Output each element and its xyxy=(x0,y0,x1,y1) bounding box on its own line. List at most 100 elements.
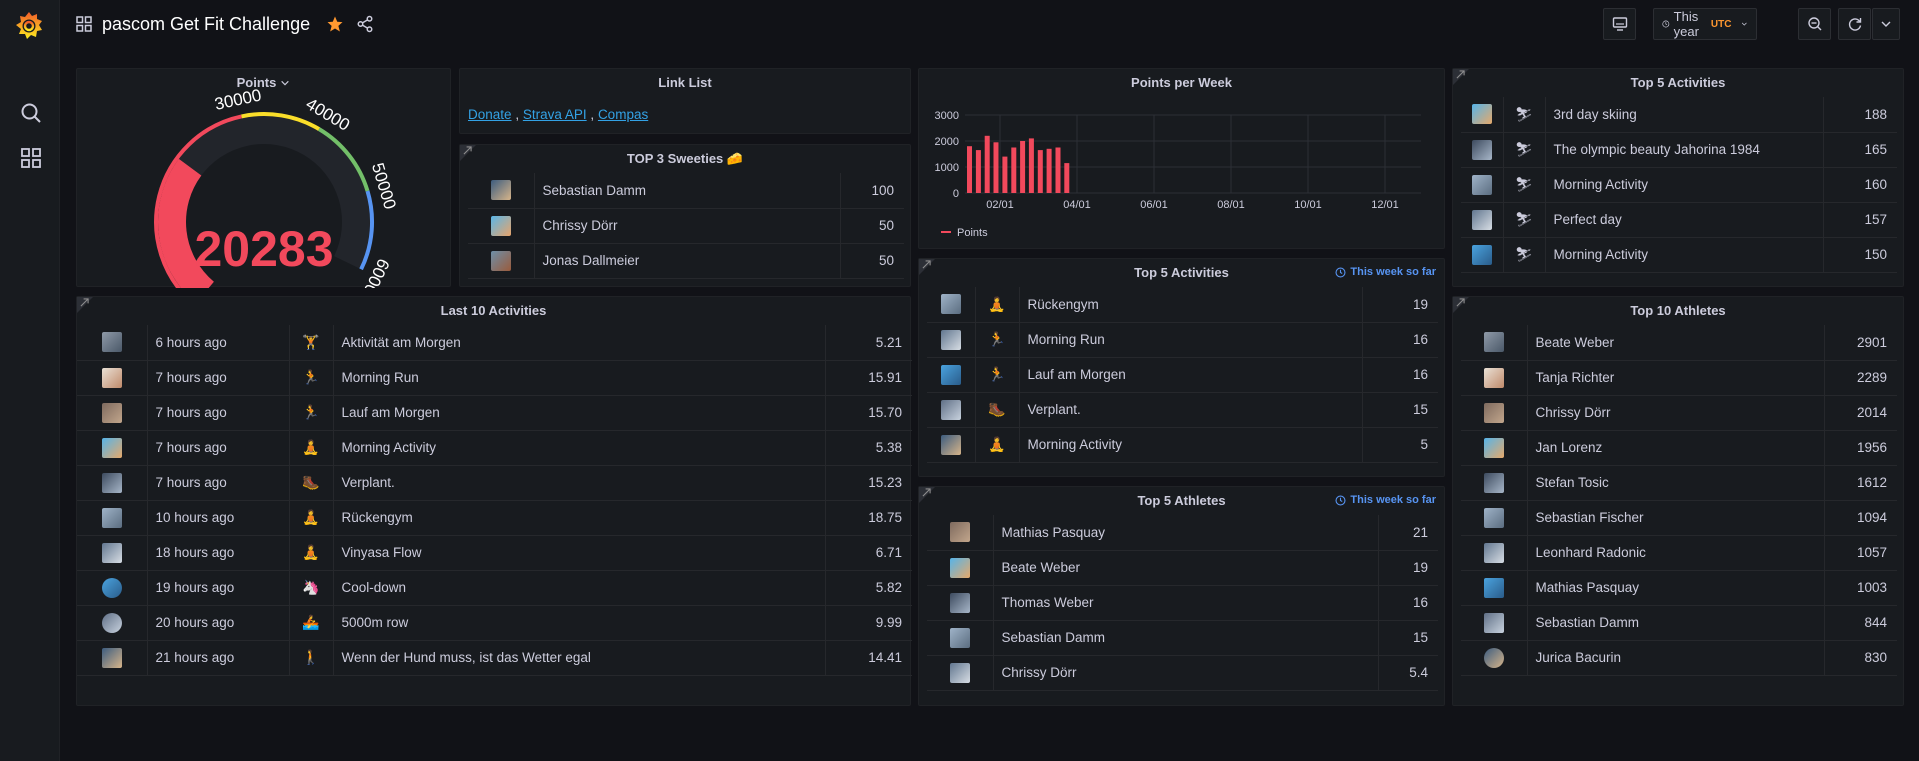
activity-icon-cell: 🧘 xyxy=(975,287,1020,323)
table-row[interactable]: ⛷ 3rd day skiing 188 xyxy=(1461,97,1897,133)
chart-bar[interactable] xyxy=(967,146,972,193)
avatar xyxy=(1483,542,1504,563)
table-row[interactable]: 10 hours ago 🧘 Rückengym 18.75 xyxy=(77,500,912,536)
table-row[interactable]: 🧘 Morning Activity 5 xyxy=(927,427,1438,463)
compas-link[interactable]: Compas xyxy=(598,107,648,122)
strava-api-link[interactable]: Strava API xyxy=(523,107,587,122)
table-row[interactable]: Beate Weber 2901 xyxy=(1461,325,1897,361)
dashboards-icon xyxy=(76,16,92,32)
table-row[interactable]: Mathias Pasquay 21 xyxy=(927,515,1438,551)
activity-points-cell: 6.71 xyxy=(825,535,912,571)
chart-bar[interactable] xyxy=(984,135,990,193)
activity-icon-cell: 🏃 xyxy=(975,322,1020,358)
tv-mode-button[interactable] xyxy=(1603,8,1636,40)
table-row[interactable]: 🧘 Rückengym 19 xyxy=(927,287,1438,323)
time-picker-button[interactable]: This year UTC xyxy=(1653,8,1757,40)
activity-points-cell: 16 xyxy=(1362,357,1438,393)
time-ago-cell: 7 hours ago xyxy=(147,465,290,501)
chart-bar[interactable] xyxy=(1002,156,1008,193)
star-icon[interactable] xyxy=(326,15,344,33)
activity-type-icon: 🏃 xyxy=(988,366,1006,382)
chart-bar[interactable] xyxy=(1037,150,1043,193)
panel-title[interactable]: Top 10 Athletes xyxy=(1453,297,1903,325)
chart-bar[interactable] xyxy=(1046,148,1052,193)
table-row[interactable]: Stefan Tosic 1612 xyxy=(1461,465,1897,501)
panel-title[interactable]: Top 5 Activities xyxy=(1453,69,1903,97)
table-row[interactable]: 7 hours ago 🧘 Morning Activity 5.38 xyxy=(77,430,912,466)
chart-bar[interactable] xyxy=(993,142,999,193)
avatar-cell xyxy=(468,173,535,209)
table-row[interactable]: Sebastian Damm 15 xyxy=(927,620,1438,656)
table-row[interactable]: Jonas Dallmeier 50 xyxy=(468,243,904,279)
table-row[interactable]: Jurica Bacurin 830 xyxy=(1461,640,1897,676)
chart-bar[interactable] xyxy=(1020,141,1026,193)
refresh-button[interactable] xyxy=(1838,8,1871,40)
chart-bar[interactable] xyxy=(1028,138,1034,193)
search-icon[interactable] xyxy=(19,101,43,125)
panel-title[interactable]: TOP 3 Sweeties 🧀 xyxy=(460,145,910,173)
table-row[interactable]: Sebastian Fischer 1094 xyxy=(1461,500,1897,536)
table-row[interactable]: Thomas Weber 16 xyxy=(927,585,1438,621)
activity-icon-cell: ⛷ xyxy=(1503,167,1546,203)
activity-type-icon: 🧘 xyxy=(988,295,1006,312)
table-row[interactable]: Sebastian Damm 100 xyxy=(468,173,904,209)
legend-label[interactable]: Points xyxy=(957,227,988,239)
zoom-out-icon xyxy=(1807,17,1821,31)
table-row[interactable]: Jan Lorenz 1956 xyxy=(1461,430,1897,466)
dashboards-icon[interactable] xyxy=(19,146,43,170)
link-list: Donate , Strava API , Compas xyxy=(468,107,648,122)
share-icon[interactable] xyxy=(356,15,374,33)
table-row[interactable]: Mathias Pasquay 1003 xyxy=(1461,570,1897,606)
table-row[interactable]: 21 hours ago 🚶 Wenn der Hund muss, ist das… xyxy=(77,640,912,676)
table-row[interactable]: Chrissy Dörr 50 xyxy=(468,208,904,244)
chart-bar[interactable] xyxy=(1055,147,1061,194)
avatar-cell xyxy=(77,570,148,606)
table-row[interactable]: Sebastian Damm 844 xyxy=(1461,605,1897,641)
table-row[interactable]: 🏃 Morning Run 16 xyxy=(927,322,1438,358)
table-row[interactable]: Chrissy Dörr 2014 xyxy=(1461,395,1897,431)
tv-mode-icon xyxy=(1612,17,1627,31)
panel-title[interactable]: Link List xyxy=(460,69,910,97)
table-row[interactable]: Chrissy Dörr 5.4 xyxy=(927,655,1438,691)
table-row[interactable]: 7 hours ago 🥾 Verplant. 15.23 xyxy=(77,465,912,501)
activity-icon-cell: 🥾 xyxy=(975,392,1020,428)
table-row[interactable]: Leonhard Radonic 1057 xyxy=(1461,535,1897,571)
table-row[interactable]: 🥾 Verplant. 15 xyxy=(927,392,1438,428)
avatar xyxy=(101,542,122,563)
chart-bar[interactable] xyxy=(1064,163,1070,193)
table-row[interactable]: 20 hours ago 🚣 5000m row 9.99 xyxy=(77,605,912,641)
avatar xyxy=(101,472,122,493)
table-row[interactable]: 7 hours ago 🏃 Morning Run 15.91 xyxy=(77,360,912,396)
chart-bar[interactable] xyxy=(975,150,981,193)
grafana-logo[interactable] xyxy=(13,10,45,42)
y-tick-label: 3000 xyxy=(935,110,959,122)
activity-name-cell: 3rd day skiing xyxy=(1545,97,1824,133)
dashboard-title[interactable]: pascom Get Fit Challenge xyxy=(102,14,310,35)
refresh-interval-button[interactable] xyxy=(1872,8,1900,40)
table-row[interactable]: Beate Weber 19 xyxy=(927,550,1438,586)
value-cell: 50 xyxy=(840,208,904,244)
chart-bar[interactable] xyxy=(1011,147,1017,194)
panel-title[interactable]: Last 10 Activities xyxy=(77,297,910,325)
table-row[interactable]: 18 hours ago 🧘 Vinyasa Flow 6.71 xyxy=(77,535,912,571)
zoom-out-button[interactable] xyxy=(1798,8,1831,40)
time-ago-cell: 20 hours ago xyxy=(147,605,290,641)
week-activities-panel: Top 5 Activities This week so far 🧘 Rücke… xyxy=(918,258,1445,477)
table-row[interactable]: Tanja Richter 2289 xyxy=(1461,360,1897,396)
table-row[interactable]: 19 hours ago 🦄 Cool-down 5.82 xyxy=(77,570,912,606)
avatar xyxy=(101,402,122,423)
avatar-cell xyxy=(77,430,148,466)
activity-type-icon: 🚶 xyxy=(302,649,320,665)
table-row[interactable]: ⛷ Morning Activity 150 xyxy=(1461,237,1897,273)
table-row[interactable]: 7 hours ago 🏃 Lauf am Morgen 15.70 xyxy=(77,395,912,431)
avatar xyxy=(949,662,970,683)
avatar xyxy=(1471,104,1492,125)
table-row[interactable]: ⛷ The olympic beauty Jahorina 1984 165 xyxy=(1461,132,1897,168)
table-row[interactable]: 🏃 Lauf am Morgen 16 xyxy=(927,357,1438,393)
table-row[interactable]: ⛷ Perfect day 157 xyxy=(1461,202,1897,238)
table-row[interactable]: ⛷ Morning Activity 160 xyxy=(1461,167,1897,203)
table-row[interactable]: 6 hours ago 🏋 Aktivität am Morgen 5.21 xyxy=(77,325,912,361)
activity-type-icon: ⛷ xyxy=(1515,211,1533,227)
donate-link[interactable]: Donate xyxy=(468,107,512,122)
avatar xyxy=(940,364,961,385)
